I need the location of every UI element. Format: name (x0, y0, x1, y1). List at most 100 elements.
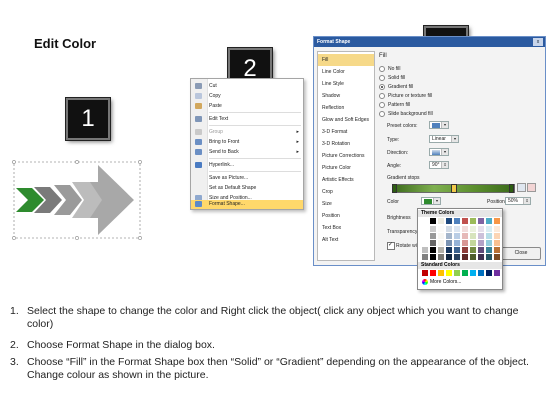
theme-color-swatch[interactable] (478, 218, 484, 224)
menu-item-paste[interactable]: Paste (191, 101, 303, 111)
radio-gradient-fill[interactable] (379, 84, 385, 90)
theme-color-swatch[interactable] (422, 247, 428, 253)
selected-arrow-shape[interactable] (12, 156, 142, 240)
rotate-checkbox[interactable]: ✓ (387, 242, 395, 250)
theme-color-swatch[interactable] (478, 247, 484, 253)
preset-colors-dropdown[interactable]: ▾ (429, 121, 449, 129)
gradient-stop-handle[interactable] (392, 184, 397, 193)
theme-color-swatch[interactable] (486, 218, 492, 224)
nav-item-reflection[interactable]: Reflection (318, 102, 374, 114)
theme-color-swatch[interactable] (494, 247, 500, 253)
theme-color-swatch[interactable] (438, 233, 444, 239)
radio-solid-fill[interactable] (379, 75, 385, 81)
add-stop-icon[interactable] (517, 183, 526, 192)
theme-color-swatch[interactable] (422, 233, 428, 239)
radio-picture-fill[interactable] (379, 93, 385, 99)
theme-color-swatch[interactable] (470, 218, 476, 224)
nav-item-3d-rotation[interactable]: 3-D Rotation (318, 138, 374, 150)
menu-item-bring-to-front[interactable]: Bring to Front ▸ (191, 137, 303, 147)
theme-color-swatch[interactable] (438, 218, 444, 224)
theme-color-swatch[interactable] (438, 247, 444, 253)
nav-item-3d-format[interactable]: 3-D Format (318, 126, 374, 138)
menu-item-format-shape[interactable]: Format Shape... (191, 200, 303, 209)
nav-item-size[interactable]: Size (318, 198, 374, 210)
menu-item-group[interactable]: Group ▸ (191, 127, 303, 137)
theme-color-swatch[interactable] (486, 254, 492, 260)
theme-color-swatch[interactable] (430, 226, 436, 232)
theme-color-swatch[interactable] (494, 226, 500, 232)
remove-stop-icon[interactable] (527, 183, 536, 192)
theme-color-swatch[interactable] (470, 254, 476, 260)
standard-color-swatch[interactable] (446, 270, 452, 276)
close-button[interactable]: Close (501, 247, 541, 260)
theme-color-swatch[interactable] (478, 240, 484, 246)
menu-item-save-as-picture[interactable]: Save as Picture... (191, 173, 303, 183)
theme-color-swatch[interactable] (454, 254, 460, 260)
theme-color-swatch[interactable] (446, 226, 452, 232)
theme-color-swatch[interactable] (462, 218, 468, 224)
standard-color-swatch[interactable] (430, 270, 436, 276)
theme-color-swatch[interactable] (462, 247, 468, 253)
theme-color-swatch[interactable] (430, 247, 436, 253)
theme-color-swatch[interactable] (494, 254, 500, 260)
radio-no-fill[interactable] (379, 66, 385, 72)
theme-color-swatch[interactable] (462, 254, 468, 260)
nav-item-artistic-effects[interactable]: Artistic Effects (318, 174, 374, 186)
standard-color-swatch[interactable] (478, 270, 484, 276)
theme-color-swatch[interactable] (446, 240, 452, 246)
theme-color-swatch[interactable] (486, 233, 492, 239)
angle-spinner[interactable]: 90° ⇕ (429, 161, 449, 169)
gradient-stops-bar[interactable] (392, 184, 515, 193)
theme-color-swatch[interactable] (470, 233, 476, 239)
standard-color-swatch[interactable] (438, 270, 444, 276)
menu-item-cut[interactable]: Cut (191, 81, 303, 91)
standard-color-swatch[interactable] (462, 270, 468, 276)
theme-color-swatch[interactable] (446, 233, 452, 239)
theme-color-swatch[interactable] (454, 247, 460, 253)
theme-color-swatch[interactable] (470, 226, 476, 232)
theme-color-swatch[interactable] (438, 254, 444, 260)
theme-color-swatch[interactable] (494, 218, 500, 224)
menu-item-hyperlink[interactable]: Hyperlink... (191, 160, 303, 170)
theme-color-swatch[interactable] (446, 254, 452, 260)
standard-color-swatch[interactable] (422, 270, 428, 276)
dialog-close-icon[interactable]: x (533, 38, 543, 46)
direction-dropdown[interactable]: ▾ (429, 148, 449, 156)
theme-color-swatch[interactable] (430, 240, 436, 246)
radio-slide-background-fill[interactable] (379, 111, 385, 117)
theme-color-swatch[interactable] (470, 247, 476, 253)
radio-pattern-fill[interactable] (379, 102, 385, 108)
theme-color-swatch[interactable] (438, 240, 444, 246)
nav-item-line-style[interactable]: Line Style (318, 78, 374, 90)
theme-color-swatch[interactable] (422, 226, 428, 232)
nav-item-shadow[interactable]: Shadow (318, 90, 374, 102)
theme-color-swatch[interactable] (486, 226, 492, 232)
theme-color-swatch[interactable] (430, 218, 436, 224)
nav-item-alt-text[interactable]: Alt Text (318, 234, 374, 246)
nav-item-line-color[interactable]: Line Color (318, 66, 374, 78)
theme-color-swatch[interactable] (486, 247, 492, 253)
nav-item-text-box[interactable]: Text Box (318, 222, 374, 234)
standard-color-swatch[interactable] (486, 270, 492, 276)
menu-item-set-default-shape[interactable]: Set as Default Shape (191, 183, 303, 193)
theme-color-swatch[interactable] (454, 218, 460, 224)
theme-color-swatch[interactable] (494, 240, 500, 246)
theme-color-swatch[interactable] (454, 240, 460, 246)
theme-color-swatch[interactable] (470, 240, 476, 246)
type-dropdown[interactable]: Linear ▾ (429, 135, 459, 143)
standard-color-swatch[interactable] (494, 270, 500, 276)
theme-color-swatch[interactable] (462, 226, 468, 232)
theme-color-swatch[interactable] (422, 254, 428, 260)
standard-color-swatch[interactable] (470, 270, 476, 276)
nav-item-position[interactable]: Position (318, 210, 374, 222)
nav-item-crop[interactable]: Crop (318, 186, 374, 198)
menu-item-copy[interactable]: Copy (191, 91, 303, 101)
theme-color-swatch[interactable] (486, 240, 492, 246)
position-spinner[interactable]: 50% ⇕ (505, 197, 531, 205)
theme-color-swatch[interactable] (446, 247, 452, 253)
theme-color-swatch[interactable] (478, 233, 484, 239)
theme-color-swatch[interactable] (494, 233, 500, 239)
theme-color-swatch[interactable] (462, 240, 468, 246)
theme-color-swatch[interactable] (478, 254, 484, 260)
theme-color-swatch[interactable] (422, 240, 428, 246)
